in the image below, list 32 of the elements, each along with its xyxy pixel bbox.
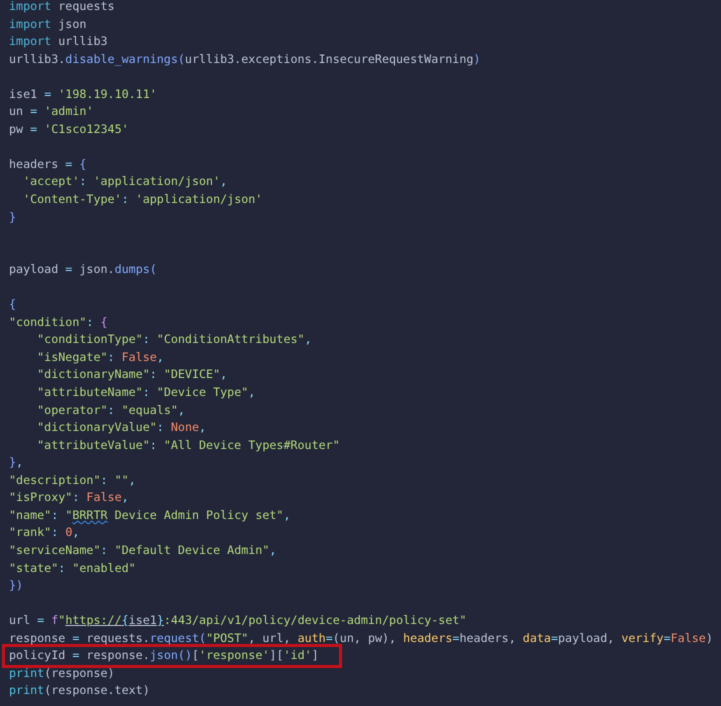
- code-line: {: [9, 296, 18, 314]
- code-line: "dictionaryName": "DEVICE",: [36, 366, 228, 384]
- code-line: ise1 = '198.19.10.11': [9, 86, 158, 103]
- code-line: "dictionaryValue": None,: [36, 419, 208, 436]
- code-line: headers = {: [9, 156, 88, 173]
- code-line: 'Content-Type': 'application/json': [22, 191, 264, 208]
- code-line: import urllib3: [9, 33, 109, 50]
- code-line: import requests: [9, 0, 116, 15]
- code-line: 'accept': 'application/json',: [22, 173, 228, 190]
- code-line: "attributeName": "Device Type",: [36, 384, 256, 402]
- code-line: un = 'admin': [9, 103, 94, 120]
- code-line: }: [9, 208, 18, 226]
- code-line: "state": "enabled": [9, 560, 137, 576]
- code-line: "condition": {: [9, 314, 109, 331]
- code-line: print(response.text): [9, 682, 151, 700]
- code-line: "operator": "equals",: [36, 402, 186, 419]
- code-line: "name": "BRRTR Device Admin Policy set",: [9, 506, 292, 524]
- code-line: "isNegate": False,: [36, 348, 165, 366]
- code-line: "isProxy": False,: [9, 489, 130, 506]
- code-line: payload = json.dumps(: [9, 261, 158, 278]
- code-line: },: [9, 454, 24, 472]
- code-line: url = f"https://{ise1}:443/api/v1/policy/device-admin/policy-set": [9, 612, 468, 630]
- code-line: response = requests.request("POST", url, auth=(un, pw), headers=headers, data=payload, verify=False): [9, 630, 714, 647]
- code-line: urllib3.disable_warnings(urllib3.exceptions.InsecureRequestWarning): [9, 50, 482, 68]
- code-line: "serviceName": "Default Device Admin",: [9, 542, 278, 559]
- code-line: import json: [9, 16, 88, 33]
- code-line: "attributeValue": "All Device Types#Router": [36, 436, 341, 454]
- code-line: pw = 'C1sco12345': [9, 120, 130, 138]
- code-line: "rank": 0,: [9, 524, 80, 542]
- code-line: }): [9, 577, 24, 594]
- code-line: "description": "",: [9, 472, 137, 489]
- code-line: "conditionType": "ConditionAttributes",: [36, 331, 313, 348]
